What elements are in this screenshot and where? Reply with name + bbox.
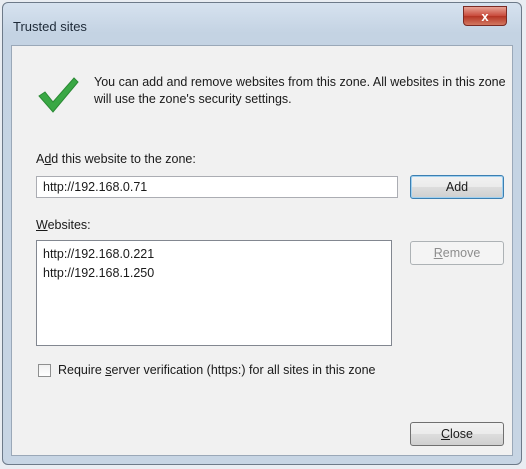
info-text: You can add and remove websites from thi… — [94, 75, 506, 106]
dialog-body: You can add and remove websites from thi… — [11, 45, 513, 456]
require-https-checkbox[interactable] — [38, 364, 51, 377]
green-checkmark-icon — [38, 77, 79, 113]
dialog-window: Trusted sites x You can add and remove w… — [2, 2, 522, 465]
websites-list[interactable]: http://192.168.0.221 http://192.168.1.25… — [36, 240, 392, 346]
website-url-input[interactable]: http://192.168.0.71 — [36, 176, 398, 198]
add-website-label: Add this website to the zone: — [36, 152, 196, 166]
window-close-button[interactable]: x — [463, 6, 507, 26]
remove-button[interactable]: Remove — [410, 241, 504, 265]
window-title: Trusted sites — [13, 19, 87, 34]
websites-label: Websites: — [36, 218, 91, 232]
require-https-label[interactable]: Require server verification (https:) for… — [58, 363, 376, 377]
close-button[interactable]: Close — [410, 422, 504, 446]
list-item[interactable]: http://192.168.1.250 — [43, 264, 385, 283]
list-item[interactable]: http://192.168.0.221 — [43, 245, 385, 264]
add-button[interactable]: Add — [410, 175, 504, 199]
